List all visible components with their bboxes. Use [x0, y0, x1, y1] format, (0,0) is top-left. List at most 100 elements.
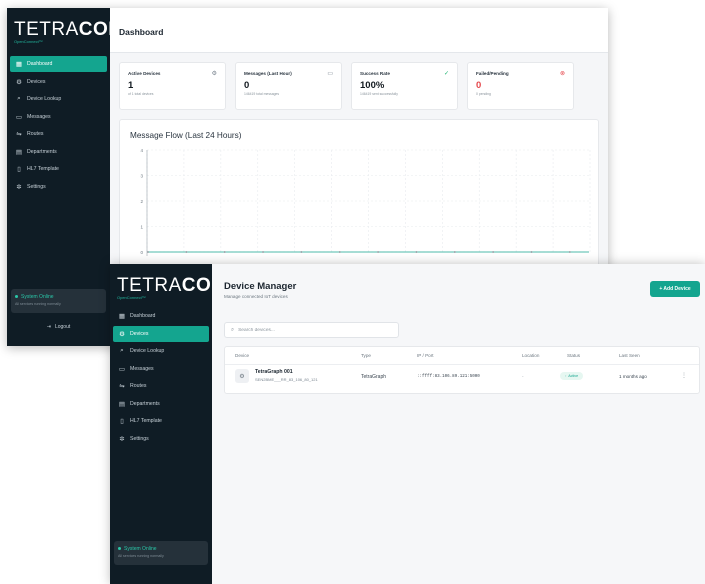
- stat-subtitle: 146419 sent successfully: [360, 92, 398, 96]
- sidebar-item-label: Dashboard: [130, 313, 156, 319]
- sidebar-item-label: Departments: [27, 148, 57, 155]
- sidebar-item-settings[interactable]: ✲ Settings: [113, 431, 209, 447]
- chip-icon: ⚙: [119, 330, 125, 338]
- page-subtitle: Manage connected IoT devices: [224, 294, 288, 299]
- chip-icon: ⚙: [235, 369, 249, 383]
- sidebar-item-dashboard[interactable]: ▦ Dashboard: [113, 308, 209, 324]
- grid-icon: ▦: [15, 61, 23, 68]
- sidebar-nav: ▦ Dashboard ⚙ Devices ⌕ Device Lookup ▭ Message…: [10, 56, 107, 196]
- message-icon: ▭: [118, 365, 126, 373]
- column-header-status[interactable]: Status: [567, 353, 580, 358]
- data-point: [262, 251, 264, 253]
- device-location: -: [522, 374, 524, 379]
- page-title: Device Manager: [224, 281, 297, 292]
- sidebar-item-hl7-template[interactable]: ▯ HL7 Template: [10, 161, 107, 177]
- sidebar-item-departments[interactable]: ▤ Departments: [10, 144, 107, 160]
- stat-subtitle: 0 pending: [476, 92, 491, 96]
- sidebar-item-label: Devices: [27, 78, 46, 85]
- system-status-title: System Online: [124, 546, 157, 552]
- sidebar-item-settings[interactable]: ✲ Settings: [10, 179, 107, 195]
- sidebar-item-messages[interactable]: ▭ Messages: [113, 361, 209, 377]
- file-icon: ▯: [120, 418, 124, 425]
- system-status-card: System Online All services running norma…: [114, 541, 208, 565]
- top-bar: Dashboard: [110, 8, 608, 53]
- sidebar-item-device-lookup[interactable]: ⌕ Device Lookup: [10, 91, 107, 107]
- active-dot-icon: ◦: [565, 374, 567, 378]
- stat-label: Messages (Last Hour): [244, 71, 292, 76]
- success-rate-card: Success Rate 100% 146419 sent successfully…: [351, 62, 458, 110]
- sidebar-item-devices[interactable]: ⚙ Devices: [10, 74, 107, 90]
- sidebar-item-dashboard[interactable]: ▦ Dashboard: [10, 56, 107, 72]
- gear-icon: ✲: [119, 435, 125, 443]
- sidebar-item-device-lookup[interactable]: ⌕ Device Lookup: [113, 343, 209, 359]
- sidebar-nav: ▦ Dashboard ⚙ Devices ⌕ Device Lookup ▭ Message…: [113, 308, 209, 448]
- y-tick-label: 3: [140, 174, 143, 179]
- device-name[interactable]: TetraGraph 001: [255, 369, 293, 375]
- column-header-device[interactable]: Device: [235, 353, 249, 358]
- sidebar-item-label: Routes: [27, 131, 44, 137]
- messages-last-hour-card: Messages (Last Hour) 0 146419 total messag…: [235, 62, 342, 110]
- sidebar-item-hl7-template[interactable]: ▯ HL7 Template: [113, 413, 209, 429]
- check-circle-icon: ✓: [443, 71, 449, 77]
- sidebar-item-messages[interactable]: ▭ Messages: [10, 109, 107, 125]
- search-icon: ⌕: [120, 347, 124, 354]
- search-icon: ⌕: [17, 95, 21, 102]
- stat-subtitle: 146419 total messages: [244, 92, 280, 96]
- data-point: [338, 251, 341, 253]
- message-icon: ▭: [327, 71, 333, 77]
- device-type: TetraGraph: [361, 374, 387, 380]
- brand-logo: TETRACOM: [14, 19, 125, 40]
- data-point: [300, 251, 303, 253]
- devices-table: Device Type IP / Port Location Status La…: [224, 346, 700, 394]
- y-tick-label: 4: [140, 148, 143, 153]
- stat-subtitle: of 1 total devices: [128, 92, 154, 96]
- routes-icon: ⇋: [119, 383, 125, 390]
- logout-button[interactable]: ⇥ Logout: [7, 324, 110, 330]
- status-dot-icon: [118, 547, 121, 551]
- brand-tagline: OpenConnect™: [14, 39, 43, 44]
- sidebar-item-label: Settings: [130, 435, 149, 442]
- search-devices-input[interactable]: [238, 327, 389, 333]
- y-tick-label: 2: [140, 199, 143, 204]
- data-point: [377, 251, 379, 253]
- data-point: [147, 251, 149, 253]
- add-device-button[interactable]: + Add Device: [650, 281, 700, 297]
- search-box: ⌕: [224, 322, 399, 338]
- data-point: [530, 251, 533, 253]
- sidebar-item-label: Departments: [130, 400, 160, 407]
- gear-icon: ✲: [16, 183, 22, 191]
- system-status-title: System Online: [21, 294, 54, 300]
- column-header-location[interactable]: Location: [522, 353, 539, 358]
- stat-value: 0: [476, 80, 482, 91]
- file-icon: ▯: [17, 166, 21, 173]
- data-point: [415, 251, 418, 253]
- column-header-ip-port[interactable]: IP / Port: [417, 353, 434, 358]
- stat-label: Success Rate: [360, 71, 390, 76]
- sidebar-item-routes[interactable]: ⇋ Routes: [10, 126, 107, 142]
- routes-icon: ⇋: [16, 131, 22, 138]
- data-point: [185, 251, 188, 253]
- more-options-icon[interactable]: ⋮: [681, 372, 687, 379]
- device-ip-port: ::ffff:83.106.89.121:5000: [417, 375, 480, 379]
- building-icon: ▤: [15, 148, 23, 156]
- building-icon: ▤: [118, 400, 126, 408]
- grid-icon: ▦: [118, 313, 126, 320]
- stat-value: 0: [244, 80, 250, 91]
- failed-pending-card: Failed/Pending 0 0 pending ⊗: [467, 62, 574, 110]
- stat-value: 1: [128, 80, 134, 91]
- stat-label: Active Devices: [128, 71, 161, 76]
- sidebar-item-departments[interactable]: ▤ Departments: [113, 396, 209, 412]
- page-title: Dashboard: [119, 27, 164, 37]
- main-content: Device Manager Manage connected IoT devi…: [212, 264, 705, 584]
- sidebar-item-label: Messages: [27, 113, 51, 120]
- sidebar-item-routes[interactable]: ⇋ Routes: [113, 378, 209, 394]
- sidebar-item-devices[interactable]: ⚙ Devices: [113, 325, 209, 342]
- brand-tagline: OpenConnect™: [117, 295, 146, 300]
- status-badge: ◦ Active: [560, 372, 584, 380]
- data-point: [223, 251, 226, 253]
- table-header: Device Type IP / Port Location Status La…: [225, 347, 699, 365]
- data-point: [492, 251, 495, 253]
- column-header-last-seen[interactable]: Last Seen: [619, 353, 640, 358]
- column-header-type[interactable]: Type: [361, 353, 371, 358]
- logout-icon: ⇥: [46, 324, 51, 330]
